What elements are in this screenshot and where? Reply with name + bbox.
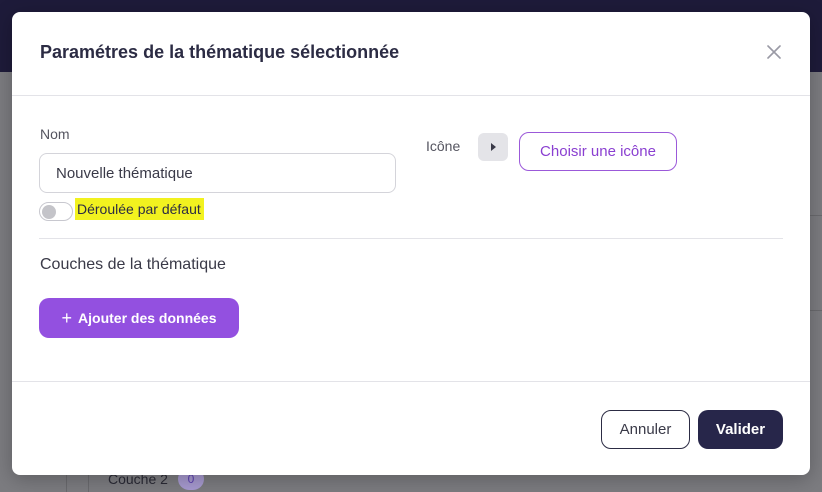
section-divider	[39, 238, 783, 239]
cancel-button[interactable]: Annuler	[601, 410, 690, 449]
add-data-label: Ajouter des données	[78, 310, 217, 326]
theme-settings-modal: Paramétres de la thématique sélectionnée…	[12, 12, 810, 475]
icon-preview	[478, 133, 508, 161]
close-button[interactable]	[764, 42, 784, 62]
modal-title: Paramétres de la thématique sélectionnée	[40, 42, 400, 62]
add-data-button[interactable]: + Ajouter des données	[39, 298, 239, 338]
layers-section-title: Couches de la thématique	[40, 256, 226, 273]
close-icon	[767, 45, 781, 59]
name-input[interactable]	[39, 153, 396, 193]
plus-icon: +	[61, 308, 73, 328]
validate-button[interactable]: Valider	[698, 410, 783, 449]
expanded-by-default-toggle[interactable]	[39, 202, 73, 221]
modal-header: Paramétres de la thématique sélectionnée	[12, 12, 810, 96]
icon-label: Icône	[426, 138, 461, 154]
background-divider	[810, 310, 822, 311]
background-divider	[810, 215, 822, 216]
expanded-by-default-label: Déroulée par défaut	[75, 198, 204, 220]
footer-divider	[12, 381, 810, 382]
name-label: Nom	[40, 126, 70, 142]
choose-icon-button[interactable]: Choisir une icône	[519, 132, 677, 171]
caret-right-icon	[491, 143, 496, 151]
toggle-knob	[42, 205, 56, 219]
